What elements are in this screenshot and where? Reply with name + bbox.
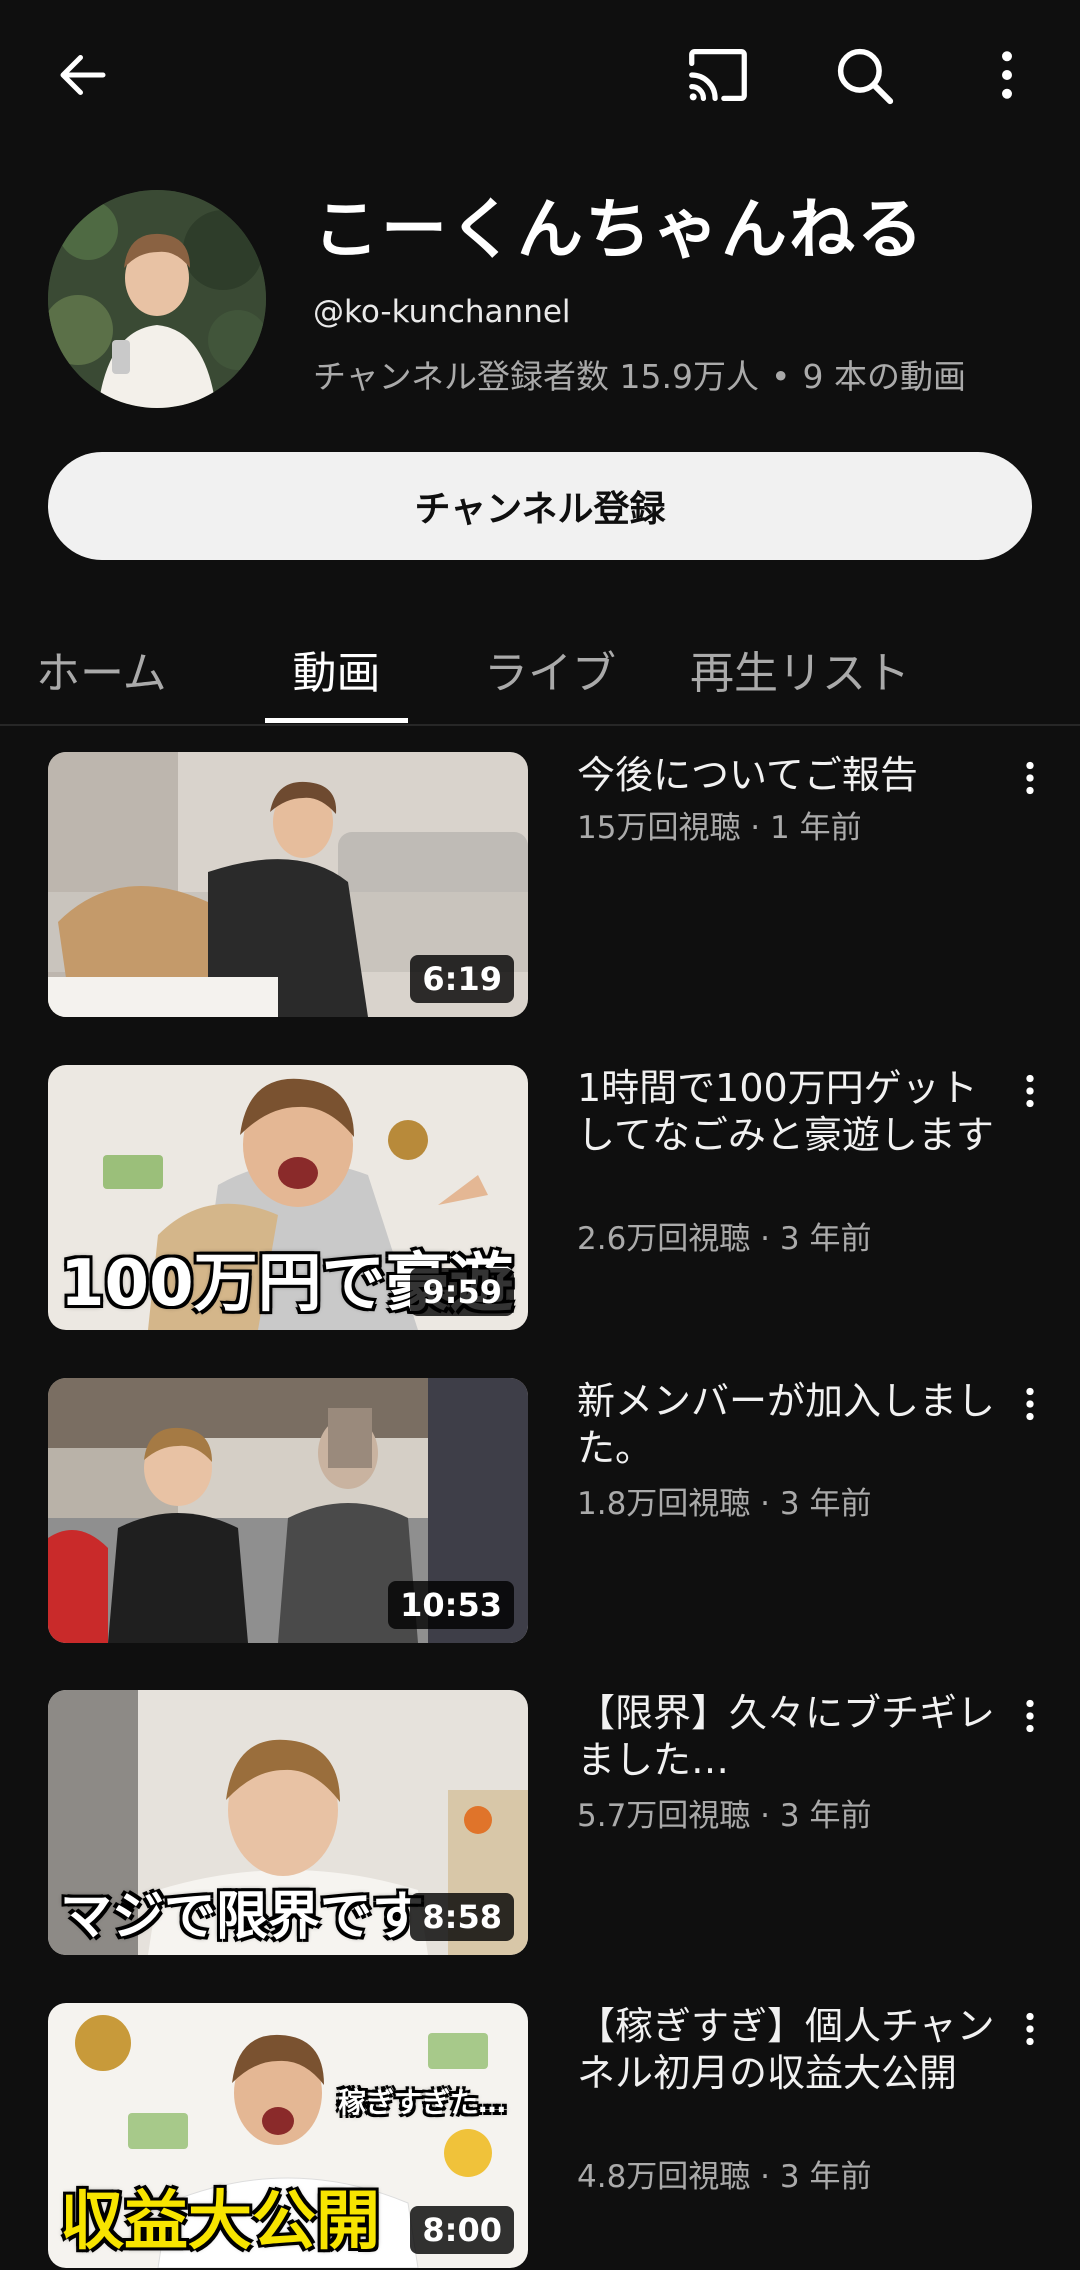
video-duration: 6:19 [410, 955, 514, 1003]
video-meta: 15万回視聴 · 1 年前 [577, 810, 862, 846]
video-more-button[interactable] [1000, 1696, 1060, 1756]
more-options-button[interactable] [962, 30, 1052, 120]
tab-playlists[interactable]: 再生リスト [690, 610, 930, 728]
channel-handle: @ko-kunchannel [313, 294, 571, 330]
more-vert-icon [1026, 761, 1034, 795]
video-title[interactable]: 【稼ぎすぎ】個人チャンネル初月の収益大公開 [577, 2003, 997, 2097]
video-more-button[interactable] [1000, 2009, 1060, 2069]
tabs-divider [0, 724, 1080, 726]
video-title[interactable]: 1時間で100万円ゲットしてなごみと豪遊します [577, 1065, 997, 1159]
avatar-image [48, 190, 266, 408]
more-vert-icon [1026, 1074, 1034, 1108]
channel-avatar[interactable] [48, 190, 266, 408]
video-title[interactable]: 今後についてご報告 [577, 752, 997, 799]
tab-live[interactable]: ライブ [475, 610, 625, 728]
video-item[interactable]: 稼ぎすぎた… 収益大公開 8:00 【稼ぎすぎ】個人チャンネル初月の収益大公開 … [0, 2003, 1080, 2269]
video-thumbnail[interactable]: 100万円で豪遊 9:59 [48, 1065, 528, 1330]
cast-button[interactable] [673, 30, 763, 120]
video-thumbnail[interactable]: 10:53 [48, 1378, 528, 1643]
video-item[interactable]: 6:19 今後についてご報告 15万回視聴 · 1 年前 [0, 752, 1080, 1018]
tab-home[interactable]: ホーム [36, 610, 206, 728]
more-vert-icon [1026, 1387, 1034, 1421]
channel-header: こーくんちゃんねる @ko-kunchannel チャンネル登録者数 15.9万… [0, 190, 1080, 430]
subscriber-count: チャンネル登録者数 15.9万人 [313, 357, 759, 396]
thumbnail-caption: マジで限界です [60, 1887, 425, 1947]
cast-icon [689, 49, 747, 101]
video-item[interactable]: 10:53 新メンバーが加入しました。 1.8万回視聴 · 3 年前 [0, 1378, 1080, 1644]
video-meta: 2.6万回視聴 · 3 年前 [577, 1221, 872, 1257]
video-item[interactable]: 100万円で豪遊 9:59 1時間で100万円ゲットしてなごみと豪遊します 2.… [0, 1065, 1080, 1331]
more-vert-icon [1026, 1699, 1034, 1733]
video-thumbnail[interactable]: 稼ぎすぎた… 収益大公開 8:00 [48, 2003, 528, 2268]
video-thumbnail[interactable]: 6:19 [48, 752, 528, 1017]
video-meta: 1.8万回視聴 · 3 年前 [577, 1486, 872, 1522]
video-title[interactable]: 【限界】久々にブチギレました… [577, 1690, 997, 1784]
video-more-button[interactable] [1000, 1384, 1060, 1444]
video-title[interactable]: 新メンバーが加入しました。 [577, 1378, 997, 1472]
video-duration: 8:00 [410, 2206, 514, 2254]
subscribe-button[interactable]: チャンネル登録 [48, 452, 1032, 560]
video-item[interactable]: マジで限界です 8:58 【限界】久々にブチギレました… 5.7万回視聴 · 3… [0, 1690, 1080, 1956]
video-duration: 10:53 [388, 1581, 514, 1629]
search-button[interactable] [819, 30, 909, 120]
top-app-bar [0, 0, 1080, 150]
channel-name: こーくんちゃんねる [313, 191, 925, 268]
video-thumbnail[interactable]: マジで限界です 8:58 [48, 1690, 528, 1955]
video-meta: 5.7万回視聴 · 3 年前 [577, 1798, 872, 1834]
video-duration: 8:58 [410, 1893, 514, 1941]
video-meta: 4.8万回視聴 · 3 年前 [577, 2159, 872, 2195]
video-count: 9 本の動画 [802, 357, 966, 396]
video-more-button[interactable] [1000, 758, 1060, 818]
more-vert-icon [1002, 51, 1012, 99]
video-more-button[interactable] [1000, 1071, 1060, 1131]
search-icon [837, 48, 894, 105]
thumbnail-caption-small: 稼ぎすぎた… [338, 2086, 507, 2119]
tab-videos[interactable]: 動画 [265, 610, 408, 728]
back-button[interactable] [38, 30, 128, 120]
video-duration: 9:59 [410, 1268, 514, 1316]
channel-stats: チャンネル登録者数 15.9万人 • 9 本の動画 [313, 350, 966, 398]
active-tab-indicator [265, 718, 408, 723]
channel-tabs: ホーム 動画 ライブ 再生リスト [0, 610, 1080, 728]
thumbnail-caption: 収益大公開 [60, 2185, 380, 2259]
separator-dot: • [770, 357, 791, 396]
arrow-left-icon [60, 55, 106, 95]
more-vert-icon [1026, 2012, 1034, 2046]
